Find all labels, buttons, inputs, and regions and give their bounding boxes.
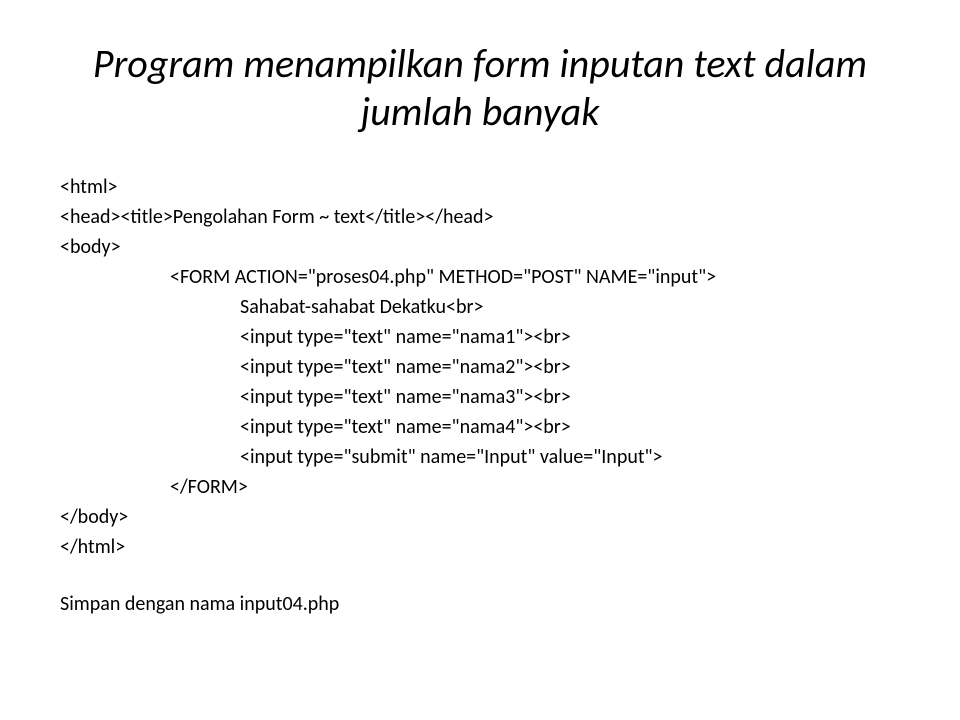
code-line: <input type="text" name="nama2"><br> [60, 352, 900, 382]
code-line: <FORM ACTION="proses04.php" METHOD="POST… [60, 262, 900, 292]
code-line: </html> [60, 532, 900, 562]
code-line: </body> [60, 502, 900, 532]
code-line: <input type="submit" name="Input" value=… [60, 442, 900, 472]
code-line: <html> [60, 172, 900, 202]
code-block: <html> <head><title>Pengolahan Form ~ te… [60, 172, 900, 562]
code-line: <input type="text" name="nama4"><br> [60, 412, 900, 442]
slide-title: Program menampilkan form inputan text da… [60, 40, 900, 136]
code-line: <head><title>Pengolahan Form ~ text</tit… [60, 202, 900, 232]
code-line: Sahabat-sahabat Dekatku<br> [60, 292, 900, 322]
code-line: </FORM> [60, 472, 900, 502]
footer-note: Simpan dengan nama input04.php [60, 592, 900, 616]
code-line: <body> [60, 232, 900, 262]
code-line: <input type="text" name="nama3"><br> [60, 382, 900, 412]
code-line: <input type="text" name="nama1"><br> [60, 322, 900, 352]
